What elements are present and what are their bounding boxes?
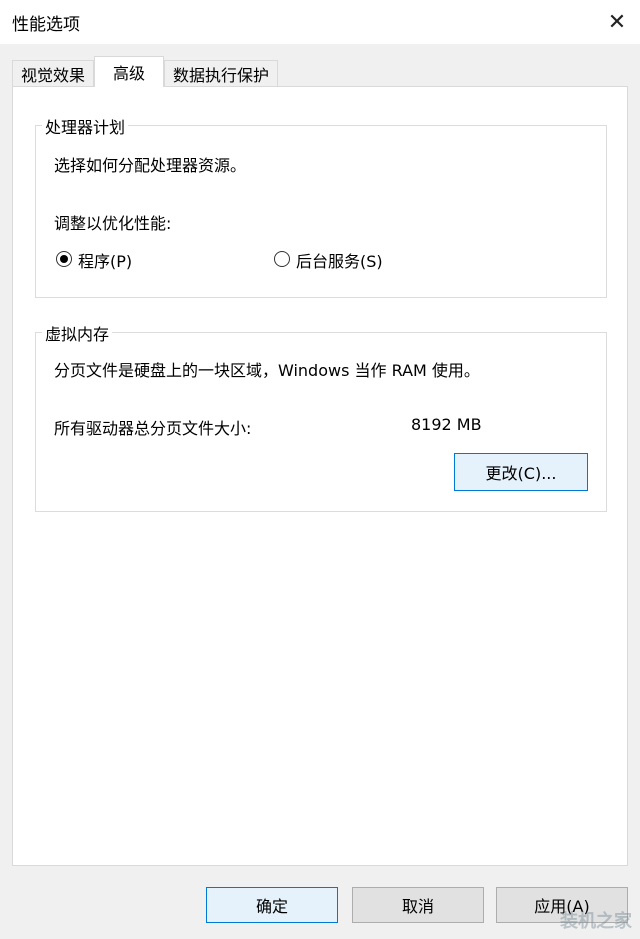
change-button[interactable]: 更改(C)... — [454, 453, 588, 491]
title-bar: 性能选项 ✕ — [0, 0, 640, 44]
total-paging-label: 所有驱动器总分页文件大小: — [54, 419, 252, 438]
programs-radio-label[interactable]: 程序(P) — [78, 248, 132, 272]
tab-strip: 视觉效果 高级 数据执行保护 — [12, 56, 628, 87]
programs-radio[interactable] — [56, 251, 72, 267]
background-services-radio[interactable] — [274, 251, 290, 267]
virtual-memory-group: 虚拟内存 分页文件是硬盘上的一块区域，Windows 当作 RAM 使用。 所有… — [35, 321, 607, 512]
adjust-label: 调整以优化性能: — [54, 214, 172, 233]
window-title: 性能选项 — [12, 15, 80, 35]
virtual-memory-description: 分页文件是硬盘上的一块区域，Windows 当作 RAM 使用。 — [54, 361, 480, 380]
processor-group-legend: 处理器计划 — [42, 114, 129, 138]
ok-button[interactable]: 确定 — [206, 887, 338, 923]
close-icon: ✕ — [607, 9, 627, 35]
tab-dep[interactable]: 数据执行保护 — [164, 60, 278, 86]
tab-panel-advanced: 处理器计划 选择如何分配处理器资源。 调整以优化性能: 程序(P) 后台服务(S… — [12, 86, 628, 866]
background-services-radio-label[interactable]: 后台服务(S) — [296, 248, 383, 272]
total-paging-value: 8192 MB — [411, 415, 482, 434]
cancel-button[interactable]: 取消 — [352, 887, 484, 923]
watermark-logo: 装机之家 — [560, 911, 632, 932]
tab-visual-effects[interactable]: 视觉效果 — [12, 60, 94, 86]
processor-scheduling-group: 处理器计划 选择如何分配处理器资源。 调整以优化性能: 程序(P) 后台服务(S… — [35, 114, 607, 298]
processor-description: 选择如何分配处理器资源。 — [54, 156, 247, 175]
virtual-memory-legend: 虚拟内存 — [42, 321, 113, 345]
close-button[interactable]: ✕ — [594, 0, 640, 44]
tab-advanced[interactable]: 高级 — [94, 56, 164, 87]
